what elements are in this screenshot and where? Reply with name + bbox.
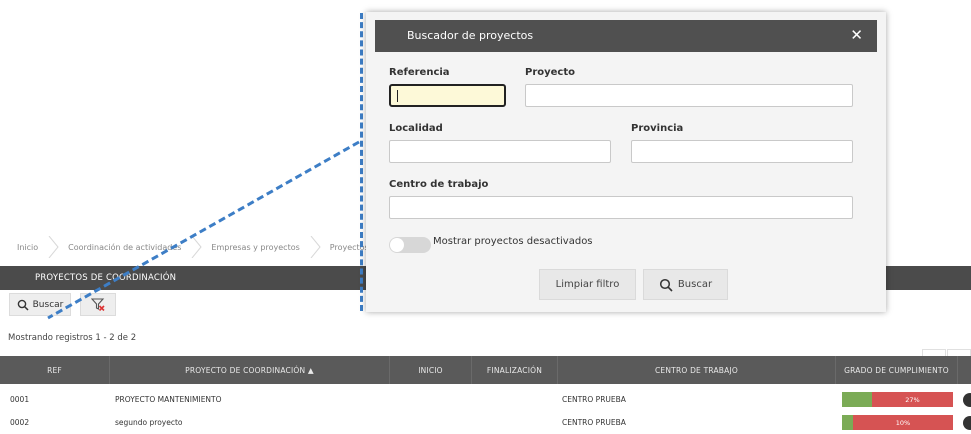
provincia-label: Provincia [631,123,684,134]
dialog-header: Buscador de proyectos ✕ [375,20,877,52]
show-inactive-toggle[interactable] [389,237,431,253]
provincia-input[interactable] [631,140,853,163]
dialog-search-label: Buscar [677,279,713,290]
proyecto-label: Proyecto [525,67,576,78]
toggle-knob [390,238,404,252]
proyecto-input[interactable] [525,84,853,107]
text-caret [397,90,398,102]
show-inactive-label: Mostrar proyectos desactivados [433,236,593,247]
centro-trabajo-input[interactable] [389,196,853,219]
clear-filter-label: Limpiar filtro [555,279,620,290]
localidad-label: Localidad [389,123,443,134]
search-icon [659,278,673,292]
referencia-input[interactable] [389,84,506,107]
dialog-search-button[interactable]: Buscar [643,269,728,300]
close-icon[interactable]: ✕ [850,26,863,44]
referencia-label: Referencia [389,67,450,78]
localidad-input[interactable] [389,140,611,163]
dialog-title: Buscador de proyectos [407,29,534,42]
clear-filter-button[interactable]: Limpiar filtro [539,269,636,300]
project-search-dialog: Buscador de proyectos ✕ Referencia Proye… [366,12,886,312]
centro-trabajo-label: Centro de trabajo [389,179,489,190]
